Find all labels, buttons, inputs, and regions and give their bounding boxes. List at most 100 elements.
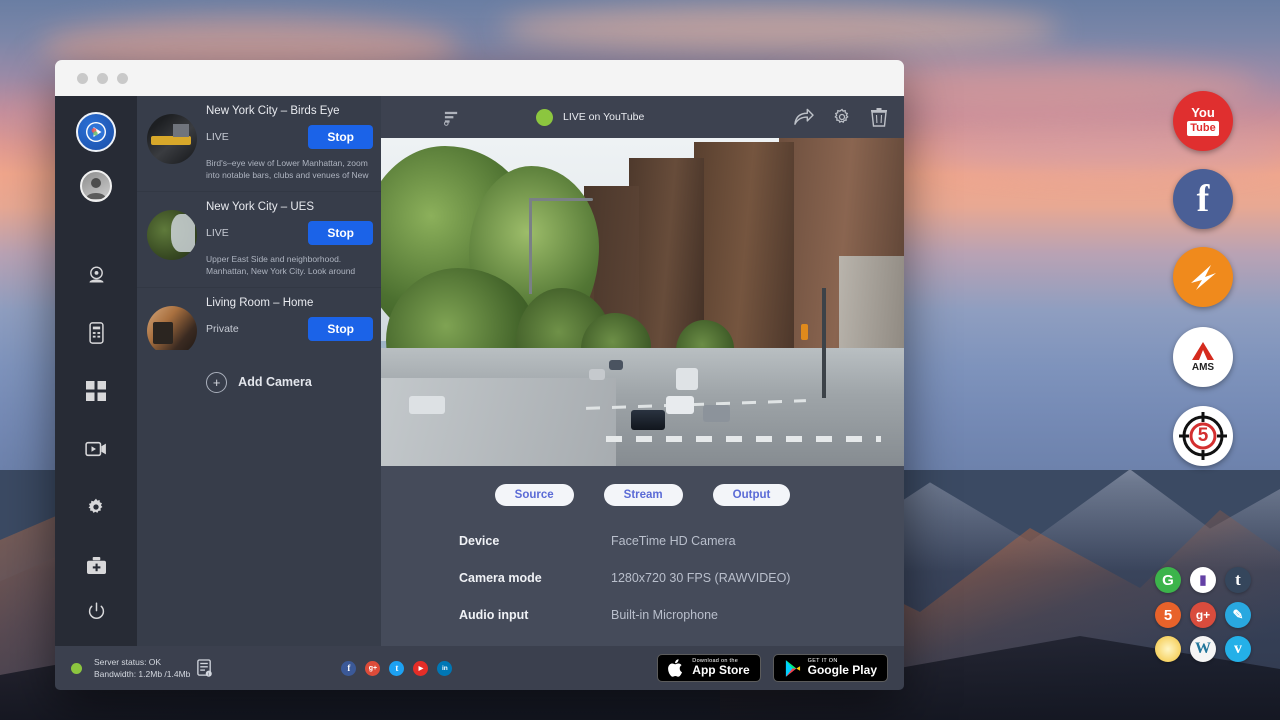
detail-value[interactable]: Built-in Microphone [611,608,718,622]
sidebar-item-power[interactable] [79,594,113,628]
maximize-button[interactable] [117,73,128,84]
server-status-indicator [71,663,82,674]
gplus-glyph: g+ [1196,608,1210,622]
add-camera-button[interactable]: + Add Camera [137,350,381,393]
social-icon-twitter[interactable]: t [389,661,404,676]
social-icon-google-plus[interactable]: g+ [365,661,380,676]
social-icon-youtube[interactable]: ▶ [413,661,428,676]
sidebar-item-app-logo[interactable] [76,112,116,152]
log-document-icon[interactable]: i [196,659,213,678]
live-status-label: LIVE on YouTube [563,111,644,123]
camera-action-button[interactable]: Stop [308,125,373,149]
play-logo-icon [85,121,107,143]
bandwidth-text: Bandwidth: 1.2Mb /1.4Mb [94,668,190,680]
mini-icon-twitter[interactable]: ✎ [1225,602,1251,628]
preview-vehicle [589,369,605,380]
sidebar-item-settings[interactable] [79,490,113,524]
camera-thumbnail [147,306,197,350]
close-button[interactable] [77,73,88,84]
google-play-bottom-label: Google Play [808,664,877,677]
sidebar-item-player[interactable] [79,432,113,466]
preview-vehicle [703,405,730,422]
mini-icon-twitch[interactable]: ▮ [1190,567,1216,593]
camera-status: LIVE [206,227,229,239]
avatar-icon [82,172,110,200]
sidebar-item-add-kit[interactable] [79,548,113,582]
tab-output[interactable]: Output [713,484,791,506]
share-arrow-icon[interactable] [793,108,814,127]
app-window: New York City – Birds Eye LIVE Stop Bird… [55,60,904,690]
svg-text:i: i [209,671,210,676]
preview-vehicle [666,396,694,414]
camera-list-panel: New York City – Birds Eye LIVE Stop Bird… [137,96,381,646]
preview-vehicle [676,368,698,390]
add-camera-label: Add Camera [238,375,312,389]
camera-list[interactable]: New York City – Birds Eye LIVE Stop Bird… [137,96,381,350]
mini-icon-groups[interactable]: G [1155,567,1181,593]
window-titlebar [55,60,904,96]
sidebar-item-documents[interactable] [79,316,113,350]
dock-icon-facebook[interactable]: f [1173,169,1233,229]
twitter-glyph: t [395,663,398,673]
main-toolbar: LIVE on YouTube [381,96,904,138]
minimize-button[interactable] [97,73,108,84]
ams-label: AMS [1192,362,1214,373]
detail-row: Audio input Built-in Microphone [459,608,904,622]
live-video-preview[interactable] [381,138,904,466]
camera-action-button[interactable]: Stop [308,221,373,245]
camera-list-item[interactable]: New York City – UES LIVE Stop Upper East… [137,192,381,288]
sort-settings-icon[interactable] [443,109,460,126]
camera-thumbnail [147,210,197,260]
detail-value[interactable]: 1280x720 30 FPS (RAWVIDEO) [611,571,790,585]
mini-icon-tumblr[interactable]: t [1225,567,1251,593]
facebook-glyph: f [347,663,350,673]
tab-stream[interactable]: Stream [604,484,683,506]
vimeo-glyph: v [1234,640,1242,658]
dock-icon-youtube[interactable]: You Tube [1173,91,1233,151]
adobe-a-icon [1190,341,1216,361]
dock-icon-adobe-ams[interactable]: AMS [1173,327,1233,387]
preview-traffic-light [801,324,808,340]
settings-gear-icon[interactable] [832,107,852,127]
google-play-badge[interactable]: GET IT ON Google Play [773,654,888,682]
mini-icon-google-plus[interactable]: g+ [1190,602,1216,628]
camera-list-item[interactable]: Living Room – Home Private Stop Secured … [137,288,381,350]
status-bar: Server status: OK Bandwidth: 1.2Mb /1.4M… [55,646,904,690]
twitch-glyph: ▮ [1199,572,1206,588]
power-icon [87,602,106,621]
social-icon-linkedin[interactable]: in [437,661,452,676]
social-icon-facebook[interactable]: f [341,661,356,676]
wordpress-glyph: W [1195,640,1211,658]
mini-icon-vimeo[interactable]: v [1225,636,1251,662]
camera-description: Upper East Side and neighborhood. Manhat… [206,253,373,278]
details-list: Device FaceTime HD Camera Camera mode 12… [381,512,904,645]
dock-icon-target-five[interactable]: 5 [1173,406,1233,466]
detail-value[interactable]: FaceTime HD Camera [611,534,736,548]
dock-icon-wowza-bolt[interactable] [1173,247,1233,307]
mini-icon-five[interactable]: 5 [1155,602,1181,628]
sidebar-item-dashboard[interactable] [79,374,113,408]
cloud-2 [500,5,1060,53]
store-badges: Download on the App Store GET IT ON Goog… [657,654,888,682]
detail-row: Camera mode 1280x720 30 FPS (RAWVIDEO) [459,571,904,585]
grid-icon [86,381,106,401]
detail-row: Device FaceTime HD Camera [459,534,904,548]
app-store-badge[interactable]: Download on the App Store [657,654,760,682]
gplus-glyph: g+ [369,665,377,672]
linkedin-glyph: in [442,665,448,672]
trash-icon[interactable] [870,107,888,127]
plus-icon: + [206,372,227,393]
video-player-icon [85,440,107,458]
mini-icon-wordpress[interactable]: W [1190,636,1216,662]
camera-description: Bird's–eye view of Lower Manhattan, zoom… [206,157,373,182]
preview-pole [822,288,826,398]
mini-icon-glow[interactable] [1155,636,1181,662]
main-panel: LIVE on YouTube [381,96,904,646]
app-store-bottom-label: App Store [692,664,749,677]
tumblr-glyph: t [1235,570,1241,590]
camera-list-item[interactable]: New York City – Birds Eye LIVE Stop Bird… [137,96,381,192]
sidebar-item-user-avatar[interactable] [80,170,112,202]
sidebar-item-cameras[interactable] [79,258,113,292]
camera-action-button[interactable]: Stop [308,317,373,341]
tab-source[interactable]: Source [495,484,574,506]
